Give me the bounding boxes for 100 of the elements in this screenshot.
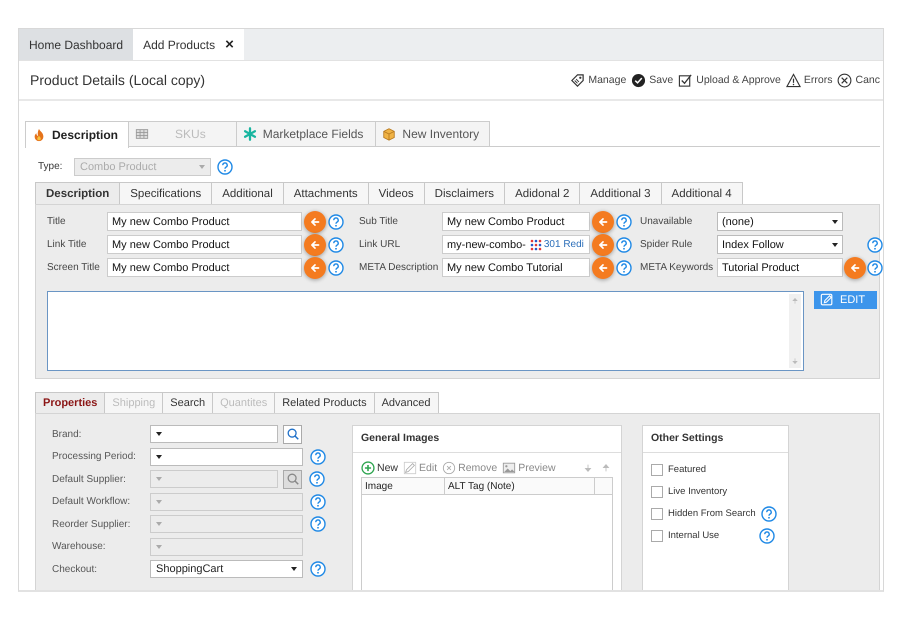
help-icon[interactable] bbox=[328, 236, 344, 252]
tab[interactable]: Disclaimers bbox=[424, 182, 506, 204]
dropdown-caret-icon bbox=[156, 477, 162, 482]
tab[interactable]: Additional bbox=[211, 182, 284, 204]
copy-button[interactable] bbox=[304, 256, 326, 278]
pencil-icon bbox=[820, 293, 834, 307]
dropdown[interactable]: Index Follow bbox=[717, 235, 843, 254]
dropdown-caret-icon bbox=[156, 454, 162, 459]
help-icon[interactable] bbox=[616, 214, 632, 230]
tab[interactable]: Marketplace Fields bbox=[236, 121, 376, 146]
plus-circle-icon bbox=[361, 461, 375, 475]
checkbox[interactable] bbox=[651, 464, 663, 476]
toolbar-button[interactable]: Errors bbox=[786, 72, 832, 88]
page-title: Product Details (Local copy) bbox=[30, 72, 206, 88]
panel-title: Other Settings bbox=[643, 426, 788, 453]
column-header[interactable]: ALT Tag (Note) bbox=[445, 478, 595, 494]
tab[interactable]: Related Products bbox=[274, 392, 375, 413]
tab[interactable]: Additional 4 bbox=[660, 182, 743, 204]
text-editor[interactable] bbox=[47, 291, 804, 371]
input-field[interactable]: My new Combo Product bbox=[442, 212, 590, 231]
field-label: Link URL bbox=[359, 239, 402, 250]
tab[interactable]: Adidonal 2 bbox=[504, 182, 580, 204]
column-header[interactable]: Image bbox=[362, 478, 445, 494]
checkbox-label: Featured bbox=[668, 464, 706, 475]
field-label: Processing Period: bbox=[52, 451, 137, 462]
tab[interactable]: Additional 3 bbox=[579, 182, 662, 204]
field-label: META Keywords bbox=[640, 262, 714, 273]
checkbox[interactable] bbox=[651, 530, 663, 542]
tab[interactable]: Search bbox=[162, 392, 214, 413]
toolbar-button[interactable]: Save bbox=[631, 72, 674, 88]
field-label: Brand: bbox=[52, 428, 82, 440]
field-label: Screen Title bbox=[47, 262, 101, 273]
copy-button[interactable] bbox=[592, 210, 614, 232]
copy-button[interactable] bbox=[304, 234, 326, 256]
scrollbar[interactable] bbox=[789, 294, 801, 368]
checkbox-label: Internal Use bbox=[668, 530, 720, 541]
toolbar-button[interactable]: Upload & Approve bbox=[678, 72, 781, 88]
redirect-link[interactable]: 301 Redi bbox=[544, 239, 584, 250]
help-icon[interactable] bbox=[759, 528, 775, 544]
input-field[interactable]: my-new-combo- 301 Redi bbox=[442, 235, 590, 254]
box-icon bbox=[382, 127, 396, 141]
dropdown-caret-icon bbox=[832, 220, 838, 224]
help-icon[interactable] bbox=[328, 214, 344, 230]
input-field[interactable]: My new Combo Product bbox=[107, 235, 302, 254]
help-icon[interactable] bbox=[867, 260, 883, 276]
close-tab-button[interactable]: × bbox=[225, 36, 234, 53]
copy-button[interactable] bbox=[304, 210, 326, 232]
toolbar-button[interactable]: New bbox=[361, 461, 398, 475]
help-icon[interactable] bbox=[760, 506, 777, 522]
asterisk-icon bbox=[242, 127, 257, 141]
copy-button[interactable] bbox=[592, 234, 614, 256]
dropdown-caret-icon bbox=[156, 522, 162, 526]
circle-x-icon bbox=[837, 72, 852, 88]
tab[interactable]: Attachments bbox=[282, 182, 369, 204]
dropdown[interactable]: (none) bbox=[717, 212, 843, 231]
field-label: Title bbox=[47, 216, 67, 227]
toolbar-button[interactable]: Manage bbox=[570, 72, 626, 88]
tab[interactable]: Specifications bbox=[119, 182, 212, 204]
help-icon[interactable] bbox=[217, 158, 233, 174]
help-icon[interactable] bbox=[310, 561, 326, 578]
tag-icon bbox=[570, 72, 586, 88]
image-icon bbox=[502, 461, 516, 475]
copy-button[interactable] bbox=[592, 256, 614, 278]
dropdown-caret-icon bbox=[199, 164, 205, 168]
dropdown-caret-icon bbox=[291, 567, 297, 572]
help-icon[interactable] bbox=[328, 260, 344, 276]
copy-button[interactable] bbox=[844, 256, 866, 278]
app-tab[interactable]: Add Products × bbox=[133, 29, 244, 60]
field-label: Type: bbox=[38, 161, 64, 172]
input-field[interactable]: My new Combo Product bbox=[107, 212, 302, 231]
search-icon bbox=[286, 472, 300, 486]
circle-x-icon bbox=[442, 461, 456, 475]
tab[interactable]: Description bbox=[25, 121, 130, 148]
input-field[interactable]: My new Combo Product bbox=[107, 258, 302, 277]
dots-icon bbox=[530, 238, 542, 250]
app-tab[interactable]: Home Dashboard bbox=[19, 29, 134, 60]
tab[interactable]: Videos bbox=[368, 182, 425, 204]
help-icon[interactable] bbox=[867, 236, 883, 252]
field-label: Checkout: bbox=[52, 564, 98, 575]
input-field[interactable]: Tutorial Product bbox=[717, 258, 843, 277]
check-circle-icon bbox=[631, 72, 646, 88]
help-icon[interactable] bbox=[616, 236, 632, 252]
checkbox[interactable] bbox=[651, 486, 663, 498]
move-up-icon bbox=[601, 463, 611, 473]
dropdown[interactable] bbox=[150, 425, 278, 444]
tab[interactable]: Advanced bbox=[374, 392, 439, 413]
checkbox[interactable] bbox=[651, 508, 663, 520]
tab[interactable]: Description bbox=[35, 182, 120, 204]
scroll-down-icon bbox=[791, 357, 799, 365]
tab[interactable]: Properties bbox=[35, 392, 106, 413]
search-button[interactable] bbox=[283, 424, 302, 444]
dropdown[interactable]: ShoppingCart bbox=[150, 560, 303, 578]
move-down-icon bbox=[583, 463, 593, 473]
pencil-icon bbox=[403, 461, 418, 475]
toolbar-button[interactable]: Canc bbox=[837, 72, 880, 88]
tab[interactable]: New Inventory bbox=[375, 121, 490, 146]
help-icon[interactable] bbox=[310, 448, 326, 465]
help-icon[interactable] bbox=[616, 260, 632, 276]
input-field[interactable]: My new Combo Tutorial bbox=[442, 258, 590, 277]
field-label: Sub Title bbox=[359, 216, 399, 227]
